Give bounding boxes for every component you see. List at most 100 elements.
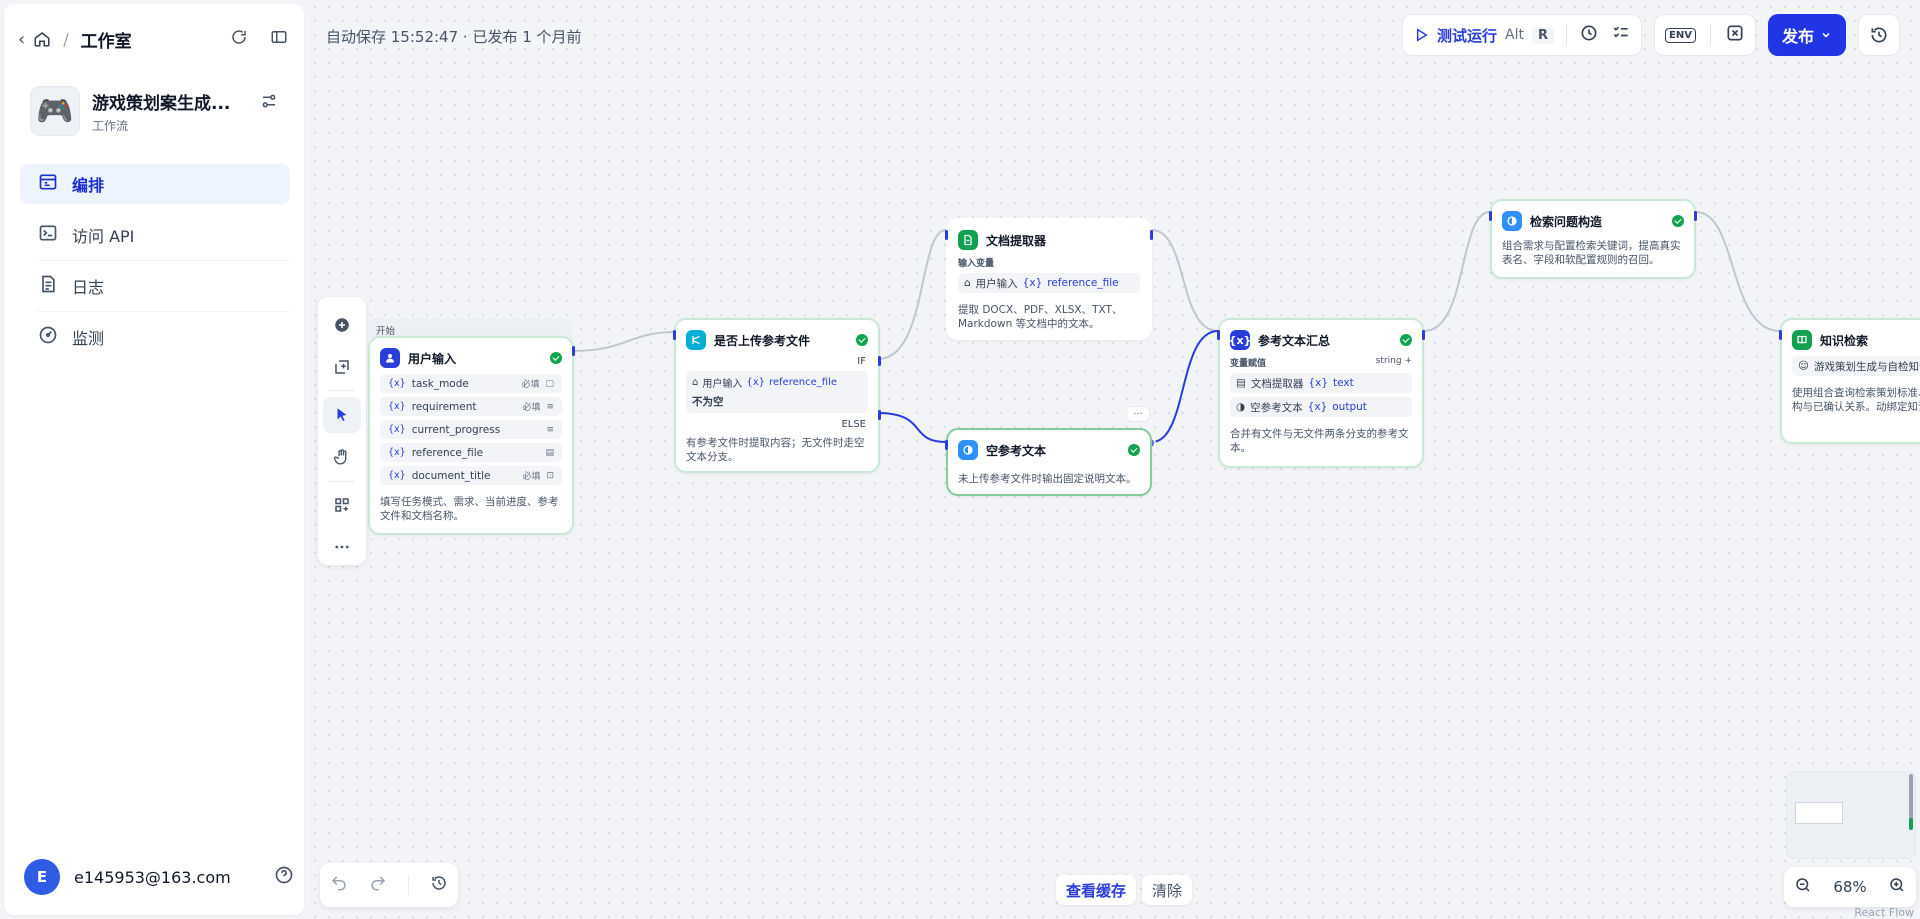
plus-icon[interactable]: +	[1404, 356, 1412, 366]
layout-icon	[38, 172, 58, 196]
chevron-down-icon	[1822, 32, 1830, 38]
start-label: 开始	[368, 318, 572, 338]
list-item: {x} reference_file ▤	[380, 443, 562, 462]
node-title: 参考文本汇总	[1258, 333, 1331, 348]
version-history-button[interactable]	[1858, 14, 1900, 56]
minimap[interactable]	[1786, 771, 1916, 859]
publish-button[interactable]: 发布	[1767, 14, 1846, 56]
run-group: 测试运行 Alt R	[1402, 14, 1643, 56]
node-aggregator[interactable]: {x} 参考文本汇总 变量赋值 string + ▤ 文档提取器 {x} tex…	[1217, 318, 1425, 468]
node-doc-extractor[interactable]: 文档提取器 输入变量 ⌂ 用户输入 {x} reference_file 提取 …	[945, 218, 1153, 340]
node-description: 使用组合查询检索策划标准、真实表结构与已确认关系。动绑定知识库。	[1792, 387, 1920, 413]
home-icon[interactable]	[33, 30, 51, 48]
variable-icon[interactable]	[1725, 23, 1745, 47]
source-handle[interactable]	[1694, 211, 1697, 221]
target-handle[interactable]	[945, 230, 948, 240]
more-icon[interactable]	[323, 529, 361, 565]
app-type: 工作流	[92, 118, 129, 133]
home-icon: ⌂	[964, 277, 971, 289]
app-settings-icon[interactable]	[260, 92, 278, 114]
variable-aggregator-icon: {x}	[1229, 330, 1251, 350]
sidebar-top-icons	[230, 28, 288, 50]
edge-agg-to-query	[1423, 211, 1491, 332]
test-run-label: 测试运行	[1437, 26, 1498, 45]
sidebar-item-monitor[interactable]: 监测	[20, 317, 290, 357]
if-handle[interactable]	[878, 356, 881, 366]
clear-cache-button[interactable]: 清除	[1142, 875, 1193, 905]
log-icon	[38, 274, 58, 298]
minimap-viewport[interactable]	[1795, 802, 1843, 824]
sidebar-item-label: 监测	[72, 329, 105, 348]
pointer-tool-icon[interactable]	[323, 397, 361, 433]
zoom-out-icon[interactable]	[1794, 876, 1812, 898]
edge-else-to-empty	[877, 412, 947, 443]
sidebar-item-label: 访问 API	[72, 227, 135, 246]
variable-icon: {x}	[1307, 401, 1328, 413]
variable-icon: {x}	[1022, 277, 1043, 289]
app-card[interactable]: 🎮 游戏策划案生成... 工作流	[30, 86, 286, 136]
zoom-level[interactable]: 68%	[1833, 878, 1866, 896]
target-handle[interactable]	[673, 330, 676, 340]
node-description: 填写任务模式、需求、当前进度、参考文件和文档名称。	[380, 496, 559, 522]
source-handle[interactable]	[572, 346, 575, 356]
divider	[329, 390, 355, 392]
else-handle[interactable]	[878, 410, 881, 420]
help-icon[interactable]	[274, 865, 294, 889]
redo-icon[interactable]	[369, 874, 387, 896]
react-flow-attribution[interactable]: React Flow	[1854, 906, 1914, 919]
user-row[interactable]: E e145953@163.com	[24, 859, 294, 895]
target-handle[interactable]	[1217, 330, 1220, 340]
sidebar-item-orchestrate[interactable]: 编排	[20, 164, 290, 204]
add-note-icon[interactable]	[323, 349, 361, 385]
organize-layout-icon[interactable]	[323, 488, 361, 524]
back-chevron-icon[interactable]: ‹	[18, 29, 25, 50]
input-vars-label: 输入变量	[958, 259, 995, 269]
node-knowledge-retrieval[interactable]: 知识检索 ☺ 游戏策划生成与自检知识 使用组合查询检索策划标准、真实表结构与已确…	[1779, 318, 1920, 444]
variable-icon: {x}	[388, 401, 406, 412]
else-label: ELSE	[841, 419, 866, 430]
list-item: {x} requirement 必填 ≡	[380, 397, 562, 416]
node-description: 组合需求与配置检索关键词，提高真实表名、字段和软配置规则的召回。	[1502, 240, 1681, 266]
branch-icon	[686, 330, 706, 350]
node-if-else[interactable]: 是否上传参考文件 IF ⌂ 用户输入 {x} reference_file 不为…	[673, 318, 881, 473]
target-handle[interactable]	[1489, 211, 1492, 221]
checklist-icon[interactable]	[1611, 23, 1631, 47]
node-description: 未上传参考文件时输出固定说明文本。	[958, 473, 1137, 485]
sidebar-item-label: 编排	[72, 176, 105, 195]
sidebar-item-api[interactable]: 访问 API	[20, 215, 290, 261]
target-handle[interactable]	[1779, 330, 1782, 340]
minimap-scrollbar[interactable]	[1909, 774, 1913, 824]
source-handle[interactable]	[1422, 330, 1425, 340]
run-history-icon[interactable]	[1579, 23, 1599, 47]
view-cache-button[interactable]: 查看缓存	[1056, 875, 1137, 905]
success-check-icon	[1672, 215, 1684, 227]
sidebar-item-logs[interactable]: 日志	[20, 266, 290, 312]
app-name: 游戏策划案生成...	[92, 93, 231, 114]
collapse-sidebar-icon[interactable]	[270, 28, 288, 50]
zoom-in-icon[interactable]	[1888, 876, 1906, 898]
undo-icon[interactable]	[330, 874, 348, 896]
node-title: 用户输入	[408, 351, 457, 366]
list-item: {x} document_title 必填 ⊡	[380, 466, 562, 485]
breadcrumb-title[interactable]: 工作室	[81, 27, 132, 52]
target-handle[interactable]	[945, 440, 948, 450]
test-run-button[interactable]: 测试运行 Alt R	[1413, 25, 1555, 46]
node-user-input[interactable]: 用户输入 {x} task_mode 必填 ▢ {x} requirement 必填 ≡ {…	[368, 336, 575, 535]
refresh-icon[interactable]	[230, 28, 248, 50]
list-item: {x} current_progress ≡	[380, 420, 562, 439]
node-more-menu-icon[interactable]: ···	[1126, 406, 1150, 422]
variable-icon: {x}	[746, 377, 766, 388]
env-icon[interactable]: ENV	[1665, 27, 1696, 43]
avatar: E	[24, 859, 60, 895]
node-query-build[interactable]: 检索问题构造 组合需求与配置检索关键词，提高真实表名、字段和软配置规则的召回。	[1489, 199, 1697, 279]
hand-tool-icon[interactable]	[323, 439, 361, 475]
workflow-canvas[interactable]: 自动保存 15:52:47 · 已发布 1 个月前 测试运行 Alt R ENV	[308, 0, 1920, 919]
code-icon: ◑	[1236, 401, 1246, 413]
node-empty-text[interactable]: 空参考文本 未上传参考文件时输出固定说明文本。	[945, 428, 1152, 496]
zoom-controls: 68%	[1784, 867, 1916, 907]
add-node-icon[interactable]	[323, 307, 361, 343]
node-description: 提取 DOCX、PDF、XLSX、TXT、Markdown 等文档中的文本。	[958, 304, 1123, 330]
document-icon	[958, 230, 978, 250]
history-icon[interactable]	[430, 874, 448, 896]
source-handle[interactable]	[1150, 230, 1153, 240]
